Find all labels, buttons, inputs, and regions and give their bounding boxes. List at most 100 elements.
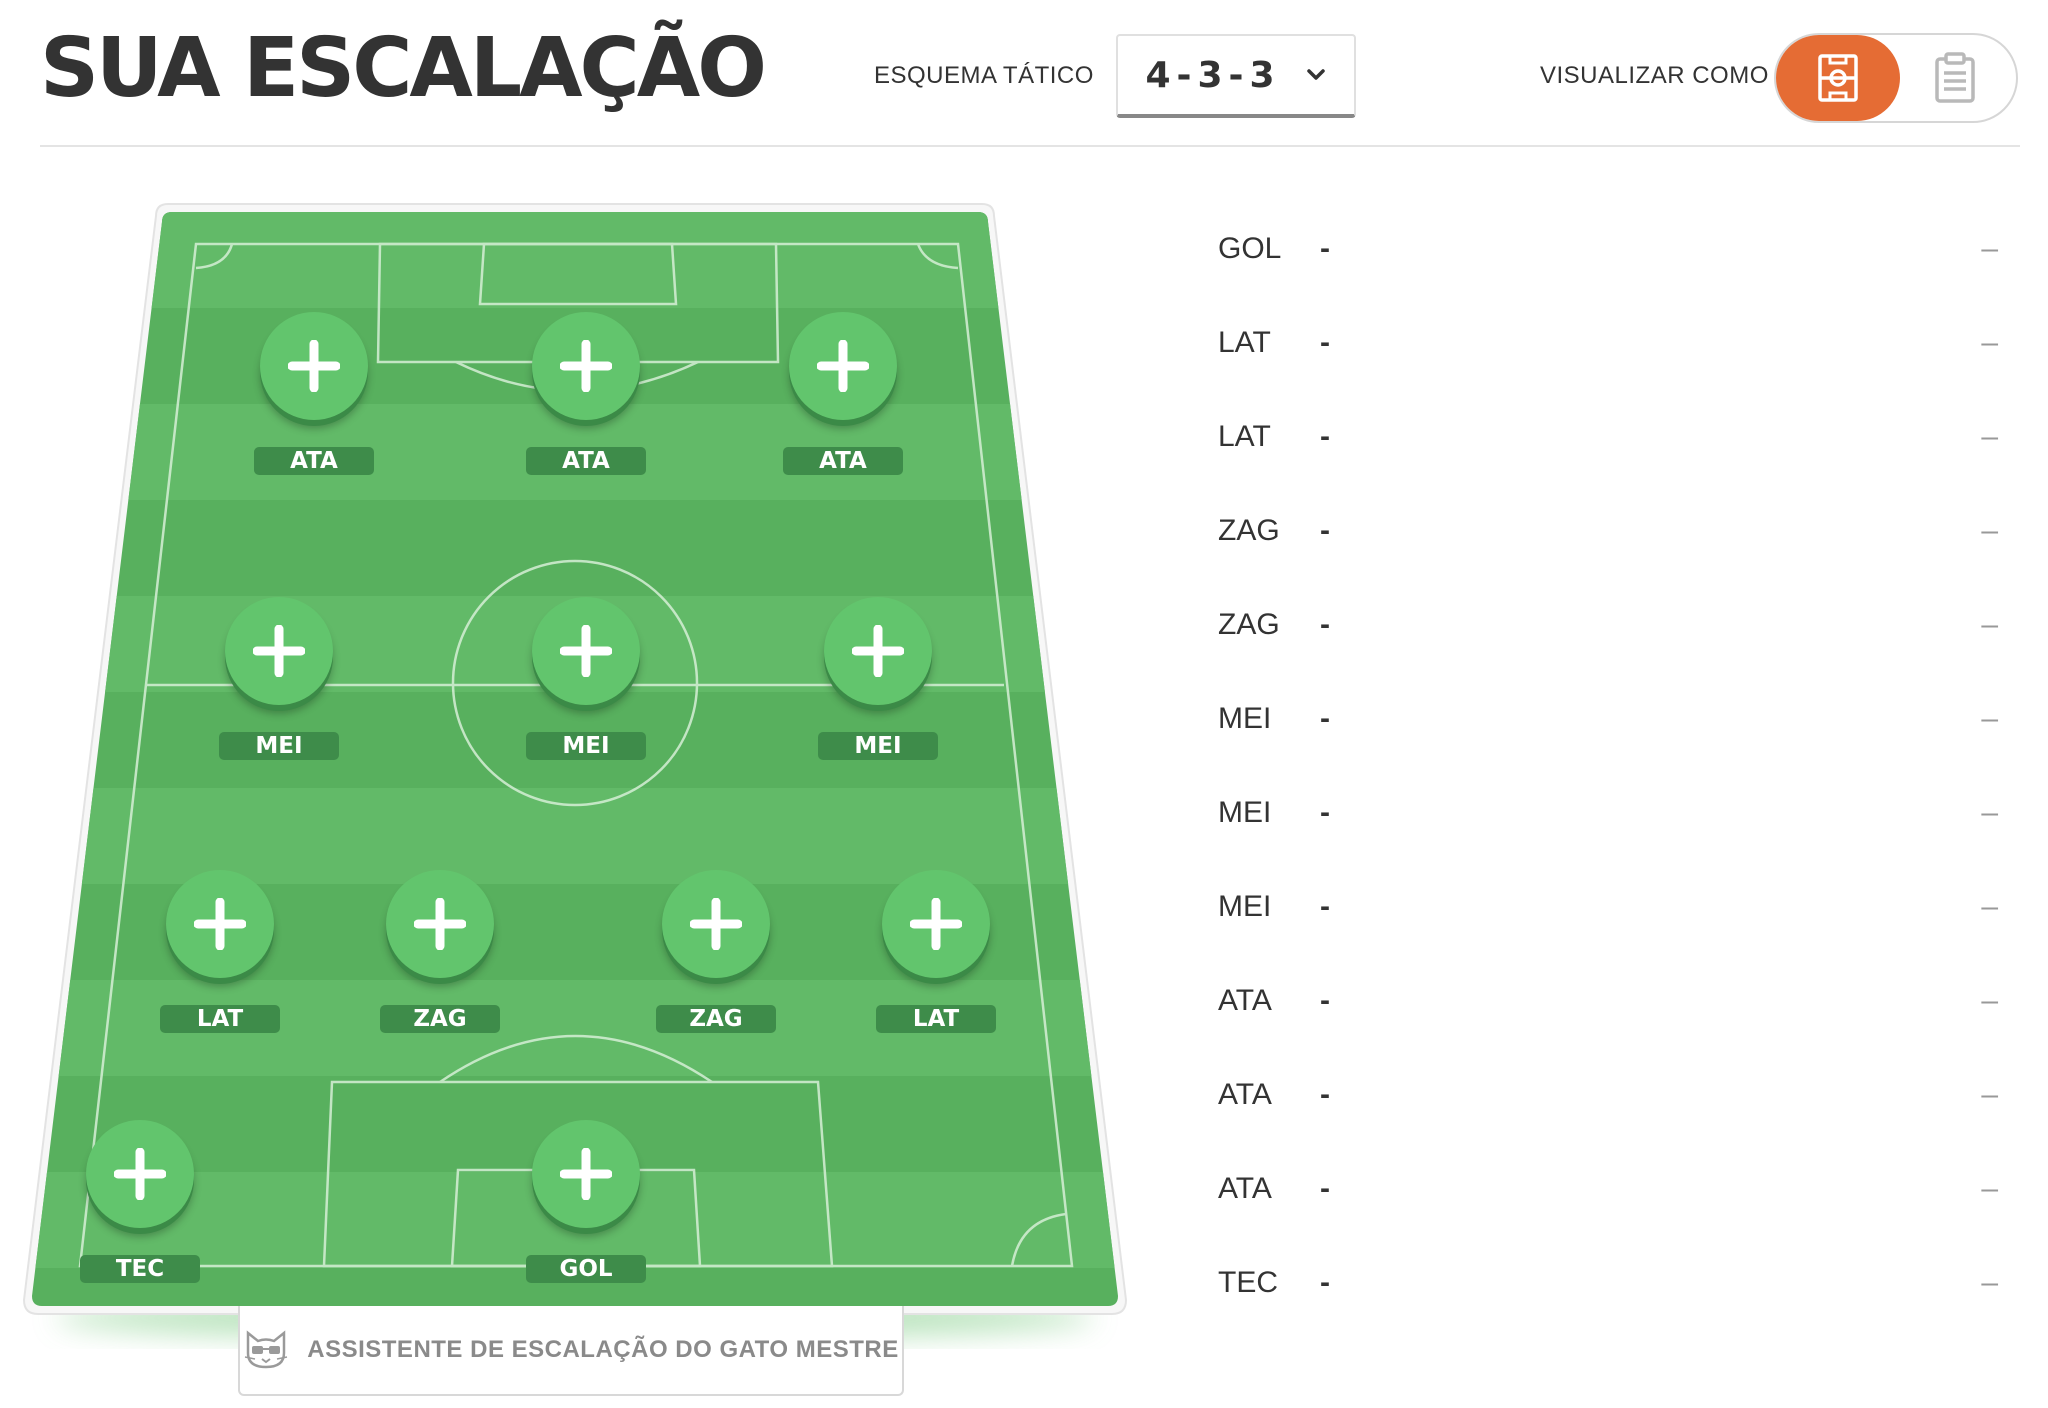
roster-score: – (1981, 984, 1998, 1017)
add-player-button[interactable] (662, 870, 770, 978)
plus-icon (817, 340, 869, 392)
roster-position: MEI (1218, 702, 1272, 735)
slot-position-label: ZAG (380, 1005, 500, 1033)
add-player-button[interactable] (789, 312, 897, 420)
add-player-button[interactable] (532, 1120, 640, 1228)
add-player-button[interactable] (532, 312, 640, 420)
roster-score: – (1981, 890, 1998, 923)
roster-score: – (1981, 1078, 1998, 1111)
player-slot[interactable]: ATA (244, 312, 384, 482)
roster-score: – (1981, 702, 1998, 735)
roster-position: ZAG (1218, 608, 1280, 641)
roster-player-name: - (1320, 984, 1330, 1017)
roster-position: GOL (1218, 232, 1282, 265)
roster-position: TEC (1218, 1266, 1278, 1299)
roster-row[interactable]: MEI - – (1218, 784, 1998, 854)
roster-score: – (1981, 232, 1998, 265)
player-slot[interactable]: ZAG (370, 870, 510, 1040)
roster-player-name: - (1320, 1078, 1330, 1111)
slot-position-label: ATA (254, 447, 374, 475)
plus-icon (560, 625, 612, 677)
view-field-button[interactable] (1776, 35, 1900, 121)
roster-position: ATA (1218, 984, 1272, 1017)
player-slot[interactable]: ATA (516, 312, 656, 482)
view-list-button[interactable] (1920, 35, 1990, 121)
roster-player-name: - (1320, 796, 1330, 829)
scheme-select[interactable]: 4-3-3 (1116, 34, 1356, 118)
roster-player-name: - (1320, 420, 1330, 453)
roster-position: ZAG (1218, 514, 1280, 547)
plus-icon (852, 625, 904, 677)
slot-position-label: MEI (818, 732, 938, 760)
add-player-button[interactable] (824, 597, 932, 705)
roster-player-name: - (1320, 232, 1330, 265)
slot-position-label: GOL (526, 1255, 646, 1283)
add-player-button[interactable] (166, 870, 274, 978)
slot-position-label: ZAG (656, 1005, 776, 1033)
plus-icon (253, 625, 305, 677)
roster-row[interactable]: GOL - – (1218, 220, 1998, 290)
player-slot[interactable]: ATA (773, 312, 913, 482)
clipboard-list-icon (1935, 52, 1975, 103)
roster-position: MEI (1218, 796, 1272, 829)
scheme-value: 4-3-3 (1145, 54, 1281, 96)
player-slot[interactable]: ZAG (646, 870, 786, 1040)
roster-player-name: - (1320, 702, 1330, 735)
player-slot[interactable]: MEI (808, 597, 948, 767)
slot-position-label: ATA (526, 447, 646, 475)
add-player-button[interactable] (86, 1120, 194, 1228)
roster-row[interactable]: MEI - – (1218, 690, 1998, 760)
slot-position-label: LAT (160, 1005, 280, 1033)
slot-position-label: ATA (783, 447, 903, 475)
roster-position: ATA (1218, 1078, 1272, 1111)
lineup-field: ATA ATA ATA MEI MEI MEI LAT ZAG ZAG LAT TEC GOL ASS… (0, 0, 1140, 1408)
add-player-button[interactable] (882, 870, 990, 978)
add-player-button[interactable] (386, 870, 494, 978)
cat-glasses-icon (245, 1330, 288, 1369)
slot-position-label: MEI (526, 732, 646, 760)
roster-row[interactable]: TEC - – (1218, 1254, 1998, 1324)
roster-score: – (1981, 796, 1998, 829)
roster-score: – (1981, 1172, 1998, 1205)
add-player-button[interactable] (260, 312, 368, 420)
roster-row[interactable]: ATA - – (1218, 972, 1998, 1042)
plus-icon (194, 898, 246, 950)
roster-position: LAT (1218, 326, 1271, 359)
roster-row[interactable]: LAT - – (1218, 314, 1998, 384)
plus-icon (690, 898, 742, 950)
player-slot[interactable]: MEI (516, 597, 656, 767)
player-slot[interactable]: MEI (209, 597, 349, 767)
roster-score: – (1981, 1266, 1998, 1299)
add-player-button[interactable] (225, 597, 333, 705)
slot-position-label: LAT (876, 1005, 996, 1033)
roster-player-name: - (1320, 1266, 1330, 1299)
plus-icon (910, 898, 962, 950)
player-slot[interactable]: LAT (866, 870, 1006, 1040)
slot-position-label: MEI (219, 732, 339, 760)
roster-row[interactable]: ZAG - – (1218, 502, 1998, 572)
roster-row[interactable]: LAT - – (1218, 408, 1998, 478)
roster-position: LAT (1218, 420, 1271, 453)
roster-score: – (1981, 420, 1998, 453)
view-label: VISUALIZAR COMO (1540, 62, 1769, 89)
assistant-button[interactable]: ASSISTENTE DE ESCALAÇÃO DO GATO MESTRE (238, 1306, 904, 1396)
roster-score: – (1981, 326, 1998, 359)
roster-player-name: - (1320, 326, 1330, 359)
assistant-label: ASSISTENTE DE ESCALAÇÃO DO GATO MESTRE (307, 1336, 899, 1363)
view-toggle[interactable] (1774, 33, 2018, 123)
roster-player-name: - (1320, 514, 1330, 547)
roster-row[interactable]: MEI - – (1218, 878, 1998, 948)
player-slot[interactable]: GOL (516, 1120, 656, 1290)
player-slot[interactable]: TEC (70, 1120, 210, 1290)
chevron-down-icon (1306, 69, 1325, 80)
roster-player-name: - (1320, 890, 1330, 923)
roster-row[interactable]: ZAG - – (1218, 596, 1998, 666)
player-slot[interactable]: LAT (150, 870, 290, 1040)
field-view-icon (1818, 54, 1858, 102)
plus-icon (414, 898, 466, 950)
roster-row[interactable]: ATA - – (1218, 1160, 1998, 1230)
plus-icon (114, 1148, 166, 1200)
slot-position-label: TEC (80, 1255, 200, 1283)
roster-row[interactable]: ATA - – (1218, 1066, 1998, 1136)
add-player-button[interactable] (532, 597, 640, 705)
